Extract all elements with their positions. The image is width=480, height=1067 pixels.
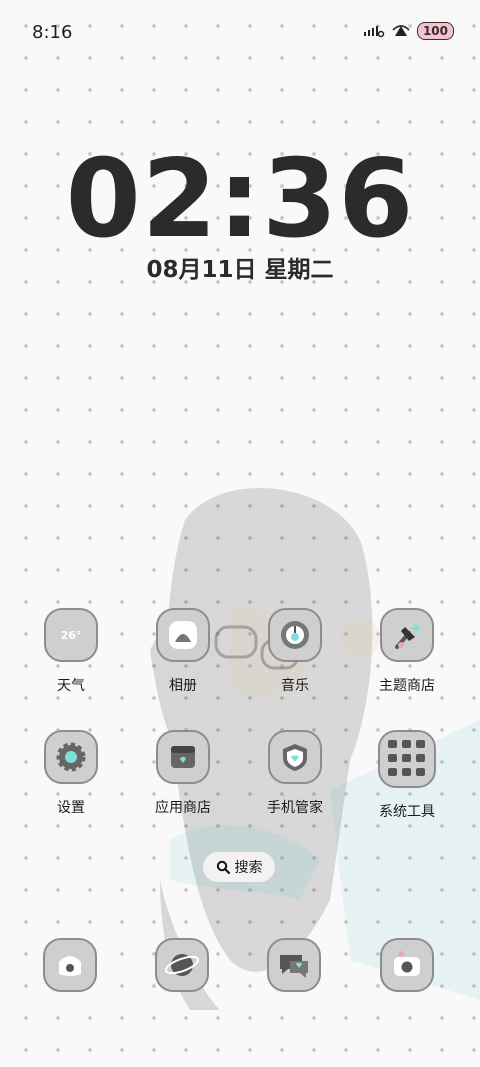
status-bar: 8:16 100: [0, 0, 480, 68]
app-label: 应用商店: [155, 800, 211, 816]
app-label: 设置: [57, 800, 85, 816]
app-label: 手机管家: [267, 800, 323, 816]
app-app-store[interactable]: 应用商店: [128, 730, 238, 817]
camera-icon[interactable]: [380, 938, 434, 992]
app-gallery[interactable]: 相册: [128, 608, 238, 695]
phone-icon[interactable]: [43, 938, 97, 992]
battery-icon: 100: [416, 22, 454, 40]
app-label: 主题商店: [379, 678, 435, 694]
clock-time: 02:36: [65, 137, 415, 262]
app-store-icon[interactable]: [156, 730, 210, 784]
phone-manager-icon[interactable]: [268, 730, 322, 784]
search-button[interactable]: 搜索: [203, 852, 275, 882]
theme-store-icon[interactable]: [380, 608, 434, 662]
messages-icon[interactable]: [267, 938, 321, 992]
music-icon[interactable]: [268, 608, 322, 662]
wifi-icon: [392, 25, 410, 36]
weather-temp: 26°: [60, 628, 82, 642]
settings-icon[interactable]: [44, 730, 98, 784]
app-label: 系统工具: [379, 804, 435, 820]
app-weather[interactable]: 26° 天气: [16, 608, 126, 695]
app-label: 音乐: [281, 678, 309, 694]
weather-icon[interactable]: 26°: [44, 608, 98, 662]
app-music[interactable]: 音乐: [240, 608, 350, 695]
app-settings[interactable]: 设置: [16, 730, 126, 817]
system-tools-folder-icon[interactable]: [378, 730, 436, 788]
app-theme-store[interactable]: 主题商店: [352, 608, 462, 695]
clock-date: 08月11日 星期二: [146, 257, 334, 283]
gallery-icon[interactable]: [156, 608, 210, 662]
status-time: 8:16: [32, 22, 73, 43]
app-label: 相册: [169, 678, 197, 694]
app-phone-manager[interactable]: 手机管家: [240, 730, 350, 817]
signal-icon: [363, 26, 385, 38]
app-system-tools[interactable]: 系统工具: [352, 730, 462, 821]
browser-icon[interactable]: [155, 938, 209, 992]
search-icon: [216, 860, 230, 874]
app-label: 天气: [57, 678, 85, 694]
status-icons: 100: [363, 22, 454, 40]
search-label: 搜索: [234, 860, 263, 876]
